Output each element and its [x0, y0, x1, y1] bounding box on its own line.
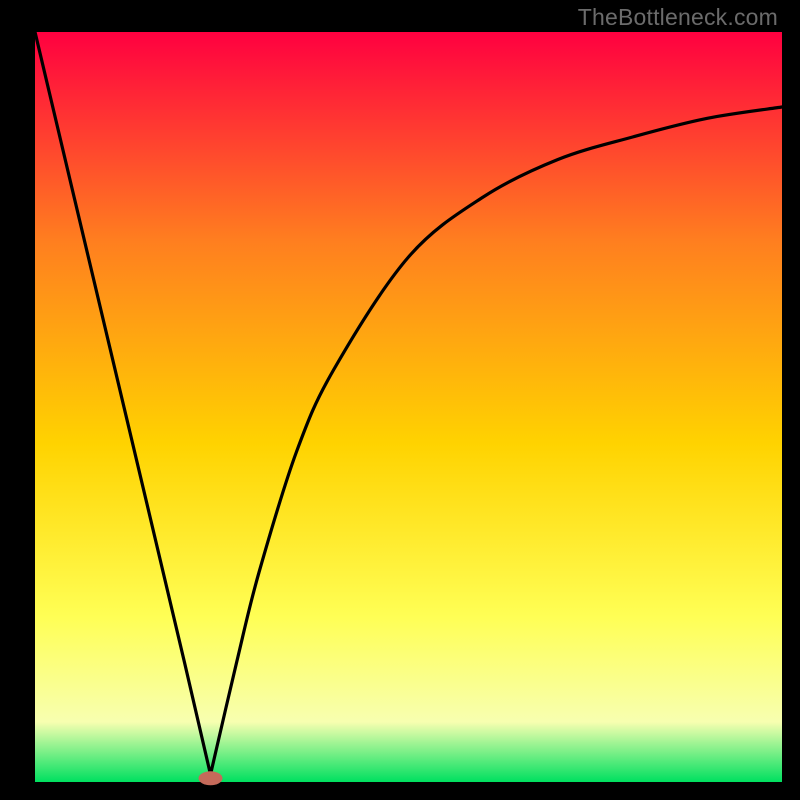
minimum-marker: [199, 771, 223, 785]
chart-svg: [0, 0, 800, 800]
watermark-text: TheBottleneck.com: [578, 4, 778, 31]
plot-background: [35, 32, 782, 782]
chart-container: { "watermark": "TheBottleneck.com", "cha…: [0, 0, 800, 800]
